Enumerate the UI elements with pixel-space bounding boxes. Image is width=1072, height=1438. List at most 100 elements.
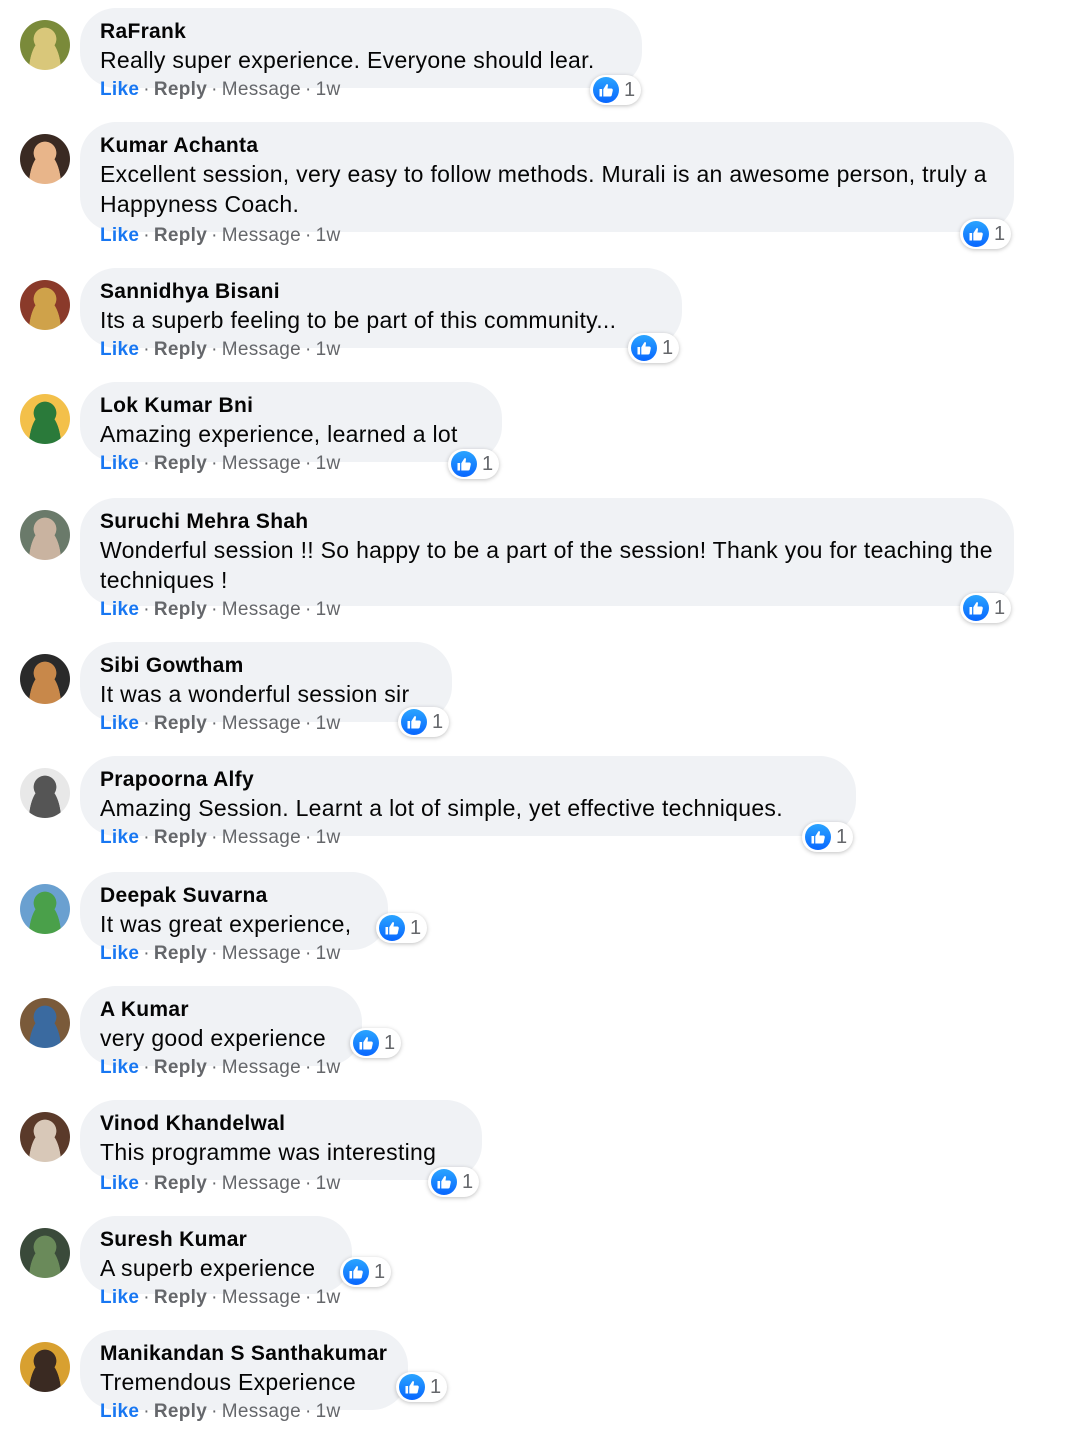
commenter-name[interactable]: Suruchi Mehra Shah	[100, 509, 994, 535]
reaction-badge[interactable]: 1	[448, 449, 500, 479]
commenter-name[interactable]: Kumar Achanta	[100, 133, 994, 159]
comment-text: This programme was interesting	[100, 1139, 437, 1165]
comment-actions: Like · Reply · Message · 1w	[100, 1172, 340, 1196]
timestamp[interactable]: 1w	[316, 1173, 341, 1194]
message-link[interactable]: Message	[222, 943, 301, 964]
commenter-name[interactable]: Lok Kumar Bni	[100, 393, 482, 419]
message-link[interactable]: Message	[222, 1287, 301, 1308]
message-link[interactable]: Message	[222, 79, 301, 100]
reaction-badge[interactable]: 1	[428, 1167, 480, 1197]
timestamp[interactable]: 1w	[316, 453, 341, 474]
reply-link[interactable]: Reply	[154, 713, 207, 734]
reaction-badge[interactable]: 1	[960, 219, 1012, 249]
avatar[interactable]	[20, 134, 70, 184]
avatar[interactable]	[20, 510, 70, 560]
reaction-badge[interactable]: 1	[960, 593, 1012, 623]
like-link[interactable]: Like	[100, 79, 139, 100]
reaction-badge[interactable]: 1	[802, 822, 854, 852]
avatar[interactable]	[20, 1228, 70, 1278]
reaction-badge[interactable]: 1	[376, 913, 428, 943]
message-link[interactable]: Message	[222, 1401, 301, 1422]
like-link[interactable]: Like	[100, 827, 139, 848]
timestamp[interactable]: 1w	[316, 1401, 341, 1422]
timestamp[interactable]: 1w	[316, 713, 341, 734]
separator: ·	[143, 1173, 150, 1194]
reaction-badge[interactable]: 1	[398, 707, 450, 737]
reaction-count: 1	[374, 1261, 386, 1283]
separator: ·	[143, 225, 150, 246]
commenter-name[interactable]: Vinod Khandelwal	[100, 1111, 462, 1137]
timestamp[interactable]: 1w	[316, 827, 341, 848]
like-link[interactable]: Like	[100, 1057, 139, 1078]
reply-link[interactable]: Reply	[154, 225, 207, 246]
like-link[interactable]: Like	[100, 1287, 139, 1308]
reaction-badge[interactable]: 1	[350, 1028, 402, 1058]
message-link[interactable]: Message	[222, 1173, 301, 1194]
timestamp[interactable]: 1w	[316, 1057, 341, 1078]
reaction-badge[interactable]: 1	[590, 75, 642, 105]
like-link[interactable]: Like	[100, 1173, 139, 1194]
message-link[interactable]: Message	[222, 225, 301, 246]
commenter-name[interactable]: Sibi Gowtham	[100, 653, 432, 679]
message-link[interactable]: Message	[222, 713, 301, 734]
thumbs-up-icon	[963, 595, 989, 621]
message-link[interactable]: Message	[222, 827, 301, 848]
reply-link[interactable]: Reply	[154, 1287, 207, 1308]
message-link[interactable]: Message	[222, 599, 301, 620]
timestamp[interactable]: 1w	[316, 339, 341, 360]
avatar[interactable]	[20, 394, 70, 444]
reply-link[interactable]: Reply	[154, 943, 207, 964]
commenter-name[interactable]: Manikandan S Santhakumar	[100, 1341, 388, 1367]
timestamp[interactable]: 1w	[316, 1287, 341, 1308]
like-link[interactable]: Like	[100, 453, 139, 474]
reaction-badge[interactable]: 1	[396, 1372, 448, 1402]
reply-link[interactable]: Reply	[154, 339, 207, 360]
commenter-name[interactable]: RaFrank	[100, 19, 622, 45]
avatar[interactable]	[20, 1112, 70, 1162]
timestamp[interactable]: 1w	[316, 599, 341, 620]
message-link[interactable]: Message	[222, 453, 301, 474]
like-link[interactable]: Like	[100, 1401, 139, 1422]
reply-link[interactable]: Reply	[154, 1173, 207, 1194]
reply-link[interactable]: Reply	[154, 1401, 207, 1422]
commenter-name[interactable]: Sannidhya Bisani	[100, 279, 662, 305]
avatar[interactable]	[20, 884, 70, 934]
avatar[interactable]	[20, 654, 70, 704]
comment-actions: Like · Reply · Message · 1w	[100, 942, 340, 966]
like-link[interactable]: Like	[100, 225, 139, 246]
comment-bubble: A Kumar very good experience	[80, 986, 362, 1066]
reply-link[interactable]: Reply	[154, 1057, 207, 1078]
separator: ·	[211, 1173, 218, 1194]
avatar[interactable]	[20, 20, 70, 70]
comment-actions: Like · Reply · Message · 1w	[100, 826, 340, 850]
reaction-badge[interactable]: 1	[340, 1257, 392, 1287]
avatar[interactable]	[20, 1342, 70, 1392]
comment-actions: Like · Reply · Message · 1w	[100, 1286, 340, 1310]
avatar[interactable]	[20, 768, 70, 818]
comment-text: Its a superb feeling to be part of this …	[100, 307, 617, 333]
reply-link[interactable]: Reply	[154, 79, 207, 100]
timestamp[interactable]: 1w	[316, 225, 341, 246]
comment-actions: Like · Reply · Message · 1w	[100, 1400, 340, 1424]
timestamp[interactable]: 1w	[316, 943, 341, 964]
like-link[interactable]: Like	[100, 339, 139, 360]
like-link[interactable]: Like	[100, 943, 139, 964]
commenter-name[interactable]: Suresh Kumar	[100, 1227, 332, 1253]
commenter-name[interactable]: Prapoorna Alfy	[100, 767, 836, 793]
message-link[interactable]: Message	[222, 1057, 301, 1078]
thumbs-up-icon	[593, 77, 619, 103]
commenter-name[interactable]: Deepak Suvarna	[100, 883, 368, 909]
reaction-badge[interactable]: 1	[628, 333, 680, 363]
avatar[interactable]	[20, 280, 70, 330]
like-link[interactable]: Like	[100, 713, 139, 734]
reply-link[interactable]: Reply	[154, 453, 207, 474]
reply-link[interactable]: Reply	[154, 599, 207, 620]
comment-text: Tremendous Experience	[100, 1369, 357, 1395]
commenter-name[interactable]: A Kumar	[100, 997, 342, 1023]
like-link[interactable]: Like	[100, 599, 139, 620]
reaction-count: 1	[994, 597, 1006, 619]
timestamp[interactable]: 1w	[316, 79, 341, 100]
message-link[interactable]: Message	[222, 339, 301, 360]
avatar[interactable]	[20, 998, 70, 1048]
reply-link[interactable]: Reply	[154, 827, 207, 848]
